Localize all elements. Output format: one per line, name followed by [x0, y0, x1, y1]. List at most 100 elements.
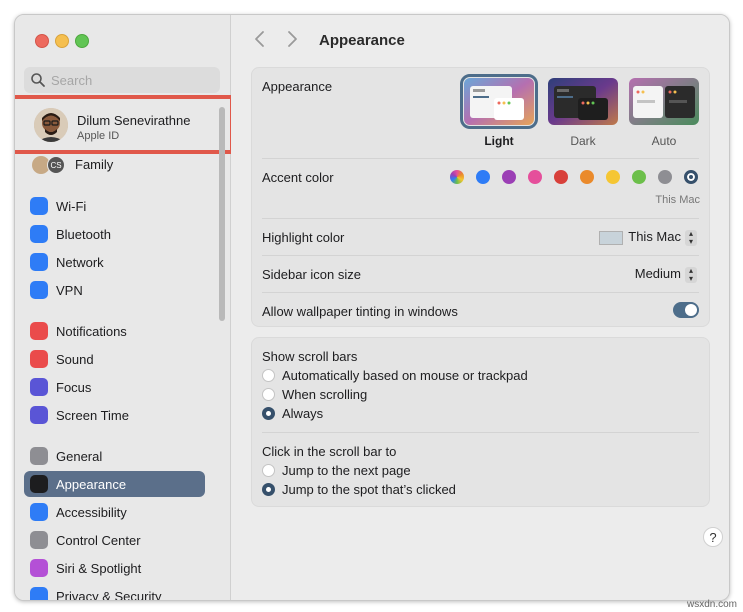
siri-icon	[30, 559, 48, 577]
toggle-knob	[685, 304, 697, 316]
annotation-highlight-box	[15, 95, 234, 154]
click-jump-to-spot-option[interactable]: Jump to the spot that’s clicked	[262, 481, 682, 499]
popup-stepper-icon: ▴ ▾	[685, 229, 697, 246]
search-field[interactable]	[24, 67, 220, 93]
accent-swatch[interactable]	[684, 170, 698, 184]
divider	[262, 432, 699, 433]
sidebar-item-label: Bluetooth	[56, 227, 111, 242]
accent-swatch[interactable]	[502, 170, 516, 184]
accent-swatch[interactable]	[528, 170, 542, 184]
radio-button-selected[interactable]	[262, 407, 275, 420]
sidebar-item-siri-spotlight[interactable]: Siri & Spotlight	[24, 555, 205, 581]
family-label: Family	[75, 157, 114, 172]
highlight-color-label: Highlight color	[262, 230, 345, 245]
sidebar-icon-size-popup[interactable]: Medium ▴ ▾	[635, 266, 697, 283]
radio-label: Jump to the spot that’s clicked	[282, 482, 456, 497]
page-title: Appearance	[319, 32, 405, 49]
sidebar-item-wi-fi[interactable]: Wi-Fi	[24, 193, 205, 219]
hand-icon	[30, 587, 48, 600]
watermark: wsxdn.com	[686, 599, 737, 610]
sidebar-item-sound[interactable]: Sound	[24, 346, 205, 372]
sidebar-item-accessibility[interactable]: Accessibility	[24, 499, 205, 525]
sidebar-item-label: General	[56, 449, 103, 464]
sidebar: Dilum Senevirathne Apple ID CS Family Wi…	[15, 15, 234, 600]
appearance-dark-thumbnail[interactable]	[548, 78, 618, 125]
control-center-icon	[30, 531, 48, 549]
sidebar-item-bluetooth[interactable]: Bluetooth	[24, 221, 205, 247]
accent-swatch[interactable]	[632, 170, 646, 184]
scroll-bars-card: Show scroll bars Automatically based on …	[251, 337, 710, 507]
sidebar-item-label: Notifications	[56, 324, 127, 339]
sidebar-scrollbar[interactable]	[219, 107, 225, 321]
sidebar-item-label: Accessibility	[56, 505, 127, 520]
back-chevron-icon[interactable]	[251, 29, 269, 49]
accent-swatch[interactable]	[476, 170, 490, 184]
appearance-auto-thumbnail[interactable]	[629, 78, 699, 125]
vpn-globe-icon	[30, 281, 48, 299]
sidebar-item-vpn[interactable]: VPN	[24, 277, 205, 303]
help-button[interactable]: ?	[703, 527, 723, 547]
scroll-bars-auto-option[interactable]: Automatically based on mouse or trackpad	[262, 367, 682, 385]
moon-icon	[30, 378, 48, 396]
minimize-window-button[interactable]	[55, 34, 69, 48]
highlight-color-value: This Mac	[628, 229, 681, 244]
forward-chevron-icon[interactable]	[283, 29, 301, 49]
sidebar-item-focus[interactable]: Focus	[24, 374, 205, 400]
appearance-option-light-label: Light	[484, 134, 514, 148]
scroll-bars-always-option[interactable]: Always	[262, 405, 682, 423]
sidebar-item-label: Control Center	[56, 533, 141, 548]
radio-button[interactable]	[262, 369, 275, 382]
accent-swatch[interactable]	[658, 170, 672, 184]
sidebar-item-general[interactable]: General	[24, 443, 205, 469]
sidebar-item-privacy-security[interactable]: Privacy & Security	[24, 583, 205, 600]
radio-button[interactable]	[262, 464, 275, 477]
close-window-button[interactable]	[35, 34, 49, 48]
search-icon	[31, 73, 45, 87]
gear-icon	[30, 447, 48, 465]
accent-swatch[interactable]	[606, 170, 620, 184]
appearance-option-dark-label: Dark	[570, 134, 596, 148]
accent-swatch[interactable]	[554, 170, 568, 184]
radio-label: Jump to the next page	[282, 463, 411, 478]
accent-swatch-multicolor[interactable]	[450, 170, 464, 184]
wallpaper-tinting-label: Allow wallpaper tinting in windows	[262, 304, 458, 319]
sidebar-item-label: Wi-Fi	[56, 199, 87, 214]
sidebar-item-notifications[interactable]: Notifications	[24, 318, 205, 344]
radio-label: Automatically based on mouse or trackpad	[282, 368, 528, 383]
family-member-badge: CS	[47, 156, 65, 174]
sidebar-item-network[interactable]: Network	[24, 249, 205, 275]
globe-icon	[30, 253, 48, 271]
radio-button-selected[interactable]	[262, 483, 275, 496]
family-row[interactable]: CS Family	[24, 154, 220, 176]
show-scroll-bars-label: Show scroll bars	[262, 349, 358, 364]
divider	[262, 218, 699, 219]
sidebar-item-control-center[interactable]: Control Center	[24, 527, 205, 553]
divider	[262, 255, 699, 256]
sidebar-icon-size-label: Sidebar icon size	[262, 267, 361, 282]
click-scroll-bar-label: Click in the scroll bar to	[262, 444, 397, 459]
divider	[262, 292, 699, 293]
zoom-window-button[interactable]	[75, 34, 89, 48]
bell-icon	[30, 322, 48, 340]
sidebar-item-screen-time[interactable]: Screen Time	[24, 402, 205, 428]
appearance-card: Appearance Light Dark Auto Accent color …	[251, 67, 710, 327]
accent-color-label: Accent color	[262, 170, 334, 185]
sidebar-item-label: Sound	[56, 352, 94, 367]
appearance-option-auto-label: Auto	[651, 134, 677, 148]
sidebar-item-label: VPN	[56, 283, 83, 298]
main-pane: Appearance Appearance Light Dark Auto Ac…	[231, 15, 729, 600]
radio-label: When scrolling	[282, 387, 368, 402]
highlight-color-swatch	[599, 230, 624, 245]
scroll-bars-when-scrolling-option[interactable]: When scrolling	[262, 386, 682, 404]
accent-swatch[interactable]	[580, 170, 594, 184]
wallpaper-tinting-toggle[interactable]	[673, 302, 699, 318]
sidebar-item-appearance[interactable]: Appearance	[24, 471, 205, 497]
appearance-label: Appearance	[262, 79, 333, 94]
click-jump-next-page-option[interactable]: Jump to the next page	[262, 462, 682, 480]
search-input[interactable]	[51, 67, 211, 93]
highlight-color-popup[interactable]: This Mac ▴ ▾	[599, 229, 697, 246]
radio-button[interactable]	[262, 388, 275, 401]
appearance-light-thumbnail[interactable]	[460, 74, 538, 129]
hourglass-icon	[30, 406, 48, 424]
bluetooth-icon	[30, 225, 48, 243]
